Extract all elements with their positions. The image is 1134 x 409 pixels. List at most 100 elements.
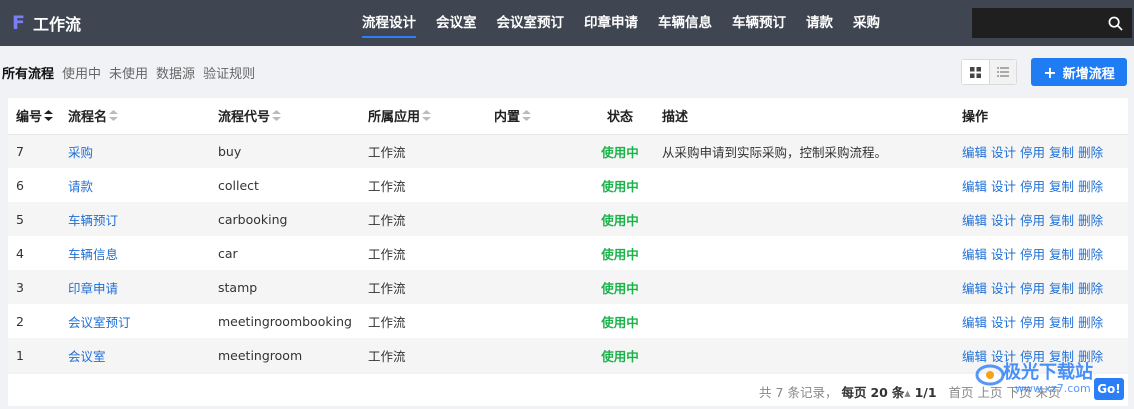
nav-item-7[interactable]: 采购 <box>843 0 890 46</box>
cell-name[interactable]: 请款 <box>68 179 93 194</box>
nav-item-0[interactable]: 流程设计 <box>352 0 426 46</box>
cell-name[interactable]: 车辆信息 <box>68 247 118 262</box>
nav-item-4[interactable]: 车辆信息 <box>648 0 722 46</box>
col-header-builtin[interactable]: 内置 <box>494 98 578 135</box>
row-action-2[interactable]: 停用 <box>1020 179 1045 194</box>
cell-name[interactable]: 车辆预订 <box>68 213 118 228</box>
new-flow-button[interactable]: + 新增流程 <box>1031 58 1127 86</box>
logo-icon: F <box>12 12 25 34</box>
row-action-1[interactable]: 设计 <box>991 281 1016 296</box>
cell-app: 工作流 <box>368 348 406 364</box>
search-input[interactable] <box>972 8 1098 38</box>
table-row: 2 会议室预订 meetingroombooking 工作流 使用中 编辑 设计 停用 复制 删除 <box>8 304 1128 338</box>
row-action-3[interactable]: 复制 <box>1049 247 1074 262</box>
cell-name[interactable]: 采购 <box>68 145 93 160</box>
row-action-0[interactable]: 编辑 <box>962 213 987 228</box>
watermark-url: www.xz7.com <box>1015 382 1091 395</box>
cell-name[interactable]: 会议室 <box>68 349 106 364</box>
top-navbar: F 工作流 流程设计 会议室 会议室预订 印章申请 车辆信息 车辆预订 请款 采购 <box>0 0 1134 46</box>
table-header-row: 编号 流程名 流程代号 所属应用 内置 状态 描述 操作 <box>8 98 1128 135</box>
sort-icon[interactable] <box>422 110 432 125</box>
caret-up-icon[interactable]: ▴ <box>904 385 910 400</box>
view-toggle <box>961 59 1017 85</box>
row-action-4[interactable]: 删除 <box>1078 315 1103 330</box>
list-view-icon[interactable] <box>988 60 1016 84</box>
cell-code: meetingroom <box>218 347 303 363</box>
row-action-3[interactable]: 复制 <box>1049 145 1074 160</box>
search-box <box>972 8 1132 38</box>
cell-status: 使用中 <box>601 144 639 160</box>
row-action-2[interactable]: 停用 <box>1020 247 1045 262</box>
row-action-3[interactable]: 复制 <box>1049 281 1074 296</box>
row-action-1[interactable]: 设计 <box>991 315 1016 330</box>
cell-app: 工作流 <box>368 246 406 262</box>
col-header-id[interactable]: 编号 <box>8 98 68 135</box>
cell-id: 5 <box>16 211 24 227</box>
row-action-0[interactable]: 编辑 <box>962 145 987 160</box>
sort-icon[interactable] <box>272 110 282 125</box>
row-action-4[interactable]: 删除 <box>1078 281 1103 296</box>
cell-status: 使用中 <box>601 348 639 364</box>
filter-tab-0[interactable]: 所有流程 <box>2 63 54 82</box>
watermark-text: 极光下载站 <box>1003 362 1093 383</box>
row-action-1[interactable]: 设计 <box>991 179 1016 194</box>
row-action-4[interactable]: 删除 <box>1078 179 1103 194</box>
row-action-2[interactable]: 停用 <box>1020 281 1045 296</box>
filter-tab-2[interactable]: 未使用 <box>109 63 148 82</box>
filter-tab-1[interactable]: 使用中 <box>62 63 101 82</box>
table-row: 4 车辆信息 car 工作流 使用中 编辑 设计 停用 复制 删除 <box>8 236 1128 270</box>
cell-code: meetingroombooking <box>218 313 352 329</box>
row-action-2[interactable]: 停用 <box>1020 145 1045 160</box>
col-header-code[interactable]: 流程代号 <box>218 98 368 135</box>
row-action-0[interactable]: 编辑 <box>962 179 987 194</box>
search-icon[interactable] <box>1098 8 1132 38</box>
grid-view-icon[interactable] <box>962 60 989 84</box>
nav-item-1[interactable]: 会议室 <box>426 0 487 46</box>
row-action-0[interactable]: 编辑 <box>962 281 987 296</box>
table-row: 6 请款 collect 工作流 使用中 编辑 设计 停用 复制 删除 <box>8 168 1128 202</box>
cell-status: 使用中 <box>601 314 639 330</box>
nav-item-2[interactable]: 会议室预订 <box>487 0 575 46</box>
row-action-0[interactable]: 编辑 <box>962 247 987 262</box>
row-action-4[interactable]: 删除 <box>1078 247 1103 262</box>
row-action-3[interactable]: 复制 <box>1049 179 1074 194</box>
filter-tab-3[interactable]: 数据源 <box>156 63 195 82</box>
row-action-1[interactable]: 设计 <box>991 213 1016 228</box>
row-action-4[interactable]: 删除 <box>1078 213 1103 228</box>
row-action-4[interactable]: 删除 <box>1078 145 1103 160</box>
row-action-2[interactable]: 停用 <box>1020 213 1045 228</box>
filter-tabs: 所有流程 使用中 未使用 数据源 验证规则 <box>2 63 263 82</box>
col-header-name[interactable]: 流程名 <box>68 98 218 135</box>
row-action-1[interactable]: 设计 <box>991 247 1016 262</box>
row-action-2[interactable]: 停用 <box>1020 315 1045 330</box>
row-action-3[interactable]: 复制 <box>1049 213 1074 228</box>
cell-name[interactable]: 印章申请 <box>68 281 118 296</box>
table-body: 7 采购 buy 工作流 使用中 从采购申请到实际采购，控制采购流程。 编辑 设计 停用 复制 删除… <box>8 134 1128 372</box>
row-action-3[interactable]: 复制 <box>1049 315 1074 330</box>
nav-item-3[interactable]: 印章申请 <box>574 0 648 46</box>
filter-tab-4[interactable]: 验证规则 <box>203 63 255 82</box>
row-action-1[interactable]: 设计 <box>991 145 1016 160</box>
row-action-0[interactable]: 编辑 <box>962 315 987 330</box>
app-logo[interactable]: F 工作流 <box>12 11 312 35</box>
cell-code: carbooking <box>218 211 288 227</box>
sort-icon[interactable] <box>522 110 532 125</box>
sort-icon[interactable] <box>109 110 119 125</box>
sort-desc-icon[interactable] <box>44 110 54 125</box>
col-header-app[interactable]: 所属应用 <box>368 98 494 135</box>
table-row: 5 车辆预订 carbooking 工作流 使用中 编辑 设计 停用 复制 删除 <box>8 202 1128 236</box>
per-page-select[interactable]: 20 <box>870 385 887 400</box>
watermark-badge: Go! <box>1094 378 1124 400</box>
first-page-link[interactable]: 首页 <box>949 385 974 400</box>
cell-app: 工作流 <box>368 212 406 228</box>
cell-app: 工作流 <box>368 280 406 296</box>
cell-code: buy <box>218 143 242 159</box>
cell-name[interactable]: 会议室预订 <box>68 315 131 330</box>
page-info: 1/1 <box>914 385 937 400</box>
cell-code: car <box>218 245 238 261</box>
cell-id: 6 <box>16 177 24 193</box>
nav-item-5[interactable]: 车辆预订 <box>722 0 796 46</box>
col-header-status: 状态 <box>578 98 662 135</box>
nav-item-6[interactable]: 请款 <box>796 0 843 46</box>
cell-app: 工作流 <box>368 178 406 194</box>
